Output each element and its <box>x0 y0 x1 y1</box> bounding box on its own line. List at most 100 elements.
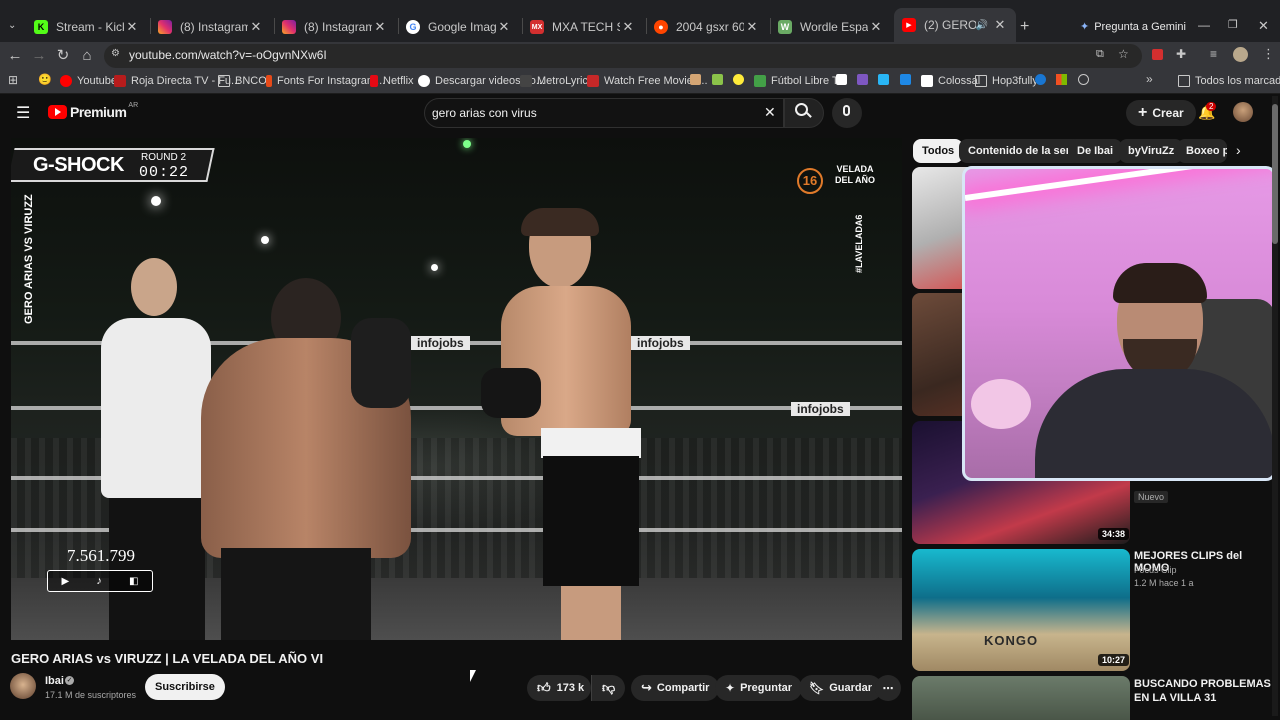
bookmark-label: Youtube <box>77 75 117 87</box>
download-icon <box>418 75 430 87</box>
bookmark-icon-5[interactable] <box>857 74 868 85</box>
chevron-right-icon[interactable]: › <box>1236 142 1241 158</box>
subscribe-button[interactable]: Suscribirse <box>145 674 225 700</box>
share-label: Compartir <box>656 682 710 694</box>
tab-mxa[interactable]: MX MXA TECH SPEC: 10 ( ✕ <box>522 14 644 40</box>
more-bookmarks-icon[interactable]: » <box>1146 72 1153 86</box>
video-duration: 34:38 <box>1098 528 1130 540</box>
ask-button[interactable]: ✦ Preguntar <box>715 675 803 701</box>
bookmark-icon-7[interactable] <box>900 74 911 85</box>
home-button[interactable]: ⌂ <box>76 46 98 66</box>
tab-youtube-active[interactable]: ▶ (2) GERO ARIAS v 🔊 ✕ <box>894 8 1016 42</box>
logo-region: AR <box>128 101 139 109</box>
gemini-label: Pregunta a Gemini <box>1094 20 1186 33</box>
netflix-icon <box>370 75 378 87</box>
tab-wordle[interactable]: W Wordle Español - Wo ✕ <box>770 14 892 40</box>
tab-reddit[interactable]: ● 2004 gsxr 600 : r/GSX ✕ <box>646 14 768 40</box>
bookmark-youtube[interactable]: Youtube <box>60 73 117 89</box>
save-button[interactable]: 🔖︎ Guardar <box>799 675 883 701</box>
channel-avatar[interactable] <box>10 673 36 699</box>
tab-search-icon[interactable]: ⌄ <box>8 20 16 31</box>
tab-instagram-2[interactable]: (8) Instagram ✕ <box>274 14 396 40</box>
chip-todos[interactable]: Todos <box>913 139 964 163</box>
fonts-icon <box>266 75 272 87</box>
browser-menu-icon[interactable]: ⋮ <box>1262 46 1275 62</box>
chip-de-ibai[interactable]: De Ibai <box>1068 139 1123 163</box>
dislike-button[interactable]: 👎︎ <box>591 675 625 701</box>
tab-google-image[interactable]: G Google Image Result ✕ <box>398 14 520 40</box>
chip-boxeo[interactable]: Boxeo p <box>1177 139 1227 163</box>
bookmark-bnco[interactable]: BNCO <box>218 73 267 89</box>
colossal-icon <box>921 75 933 87</box>
close-tab-icon[interactable]: ✕ <box>620 19 636 35</box>
close-tab-icon[interactable]: ✕ <box>744 19 760 35</box>
back-button[interactable]: ← <box>4 46 26 66</box>
like-button[interactable]: 👍︎ 173 k <box>527 675 591 701</box>
more-actions-button[interactable]: ⋯ <box>875 675 901 701</box>
close-tab-icon[interactable]: ✕ <box>248 19 264 35</box>
close-tab-icon[interactable]: ✕ <box>992 17 1008 33</box>
bookmark-hop3fully[interactable]: Hop3fully <box>975 73 1038 89</box>
create-button[interactable]: + Crear <box>1126 100 1196 126</box>
save-label: Guardar <box>829 682 873 694</box>
minimize-button[interactable]: — <box>1198 18 1210 32</box>
new-tab-button[interactable]: + <box>1020 18 1029 36</box>
tab-kick[interactable]: K Stream - Kick Dashbo ✕ <box>26 14 148 40</box>
related-video-thumbnail[interactable] <box>912 676 1130 720</box>
movies-icon <box>587 75 599 87</box>
close-tab-icon[interactable]: ✕ <box>496 19 512 35</box>
share-button[interactable]: ↪ Compartir <box>631 675 720 701</box>
restore-button[interactable]: ❐ <box>1228 18 1238 31</box>
bookmark-netflix[interactable]: Netflix <box>370 73 414 89</box>
reading-list-icon[interactable]: ≡ <box>1210 47 1217 61</box>
tab-instagram-1[interactable]: (8) Instagram ✕ <box>150 14 272 40</box>
hamburger-menu-icon[interactable]: ☰ <box>16 103 30 123</box>
forward-button[interactable]: → <box>28 46 50 66</box>
clear-search-icon[interactable]: ✕ <box>764 104 776 121</box>
bookmark-icon-2[interactable] <box>712 74 723 85</box>
bookmark-icon-4[interactable] <box>836 74 847 85</box>
extensions-puzzle-icon[interactable]: ✚ <box>1176 47 1186 61</box>
close-tab-icon[interactable]: ✕ <box>868 19 884 35</box>
bookmark-icon-6[interactable] <box>878 74 889 85</box>
bookmark-fonts[interactable]: Fonts For Instagram... <box>266 73 385 89</box>
bookmark-futbol-libre[interactable]: Fútbol Libre TV <box>754 73 846 89</box>
video-player[interactable]: infojobs infojobs infojobs G-SHOCK ROUND… <box>11 138 902 640</box>
bookmark-icon-1[interactable] <box>690 74 701 85</box>
site-info-icon[interactable]: ⚙ <box>111 48 120 59</box>
profile-avatar[interactable] <box>1233 47 1248 62</box>
fighter-front-figure <box>481 208 651 640</box>
related-video-title[interactable]: BUSCANDO PROBLEMAS EN LA VILLA 31 <box>1134 677 1274 705</box>
instagram-icon <box>158 20 172 34</box>
related-video-thumbnail[interactable]: KONGO <box>912 549 1130 671</box>
all-bookmarks-folder[interactable]: Todos los marcadores <box>1178 73 1280 89</box>
youtube-play-icon <box>48 105 67 119</box>
close-window-button[interactable]: ✕ <box>1258 18 1269 34</box>
gemini-button[interactable]: ✦ Pregunta a Gemini <box>1080 20 1186 34</box>
close-tab-icon[interactable]: ✕ <box>372 19 388 35</box>
scrollbar-thumb[interactable] <box>1272 104 1278 244</box>
bookmark-icon-10[interactable] <box>1078 74 1089 85</box>
speaker-icon[interactable]: 🔊 <box>976 20 988 31</box>
chip-byviruzz[interactable]: byViruZz <box>1119 139 1184 163</box>
bookmark-label: Colossal <box>938 75 981 87</box>
bookmark-star-icon[interactable]: ☆ <box>1118 47 1129 61</box>
reload-button[interactable]: ↻ <box>52 46 74 66</box>
apps-grid-icon[interactable]: ⊞ <box>8 73 18 87</box>
emoji-bookmark-icon[interactable]: 🙂 <box>38 73 52 86</box>
bookmark-icon-3[interactable] <box>733 74 744 85</box>
install-app-icon[interactable]: ⧉ <box>1096 48 1104 61</box>
bookmark-icon-9[interactable] <box>1056 74 1067 85</box>
spotlight <box>431 264 438 271</box>
search-input[interactable] <box>432 104 732 122</box>
bookmark-icon-8[interactable] <box>1035 74 1046 85</box>
account-avatar[interactable] <box>1233 102 1253 122</box>
url-text[interactable]: youtube.com/watch?v=-oOgvnNXw6I <box>129 48 327 62</box>
youtube-logo[interactable]: Premium AR <box>48 101 139 120</box>
close-tab-icon[interactable]: ✕ <box>124 19 140 35</box>
bookmark-colossal[interactable]: Colossal <box>921 73 980 89</box>
channel-name[interactable]: Ibai <box>45 675 64 687</box>
extension-icon[interactable] <box>1152 49 1163 60</box>
related-video-channel[interactable]: Focus Clip <box>1134 565 1177 575</box>
bookmark-metrolyrics[interactable]: MetroLyrics <box>520 73 593 89</box>
